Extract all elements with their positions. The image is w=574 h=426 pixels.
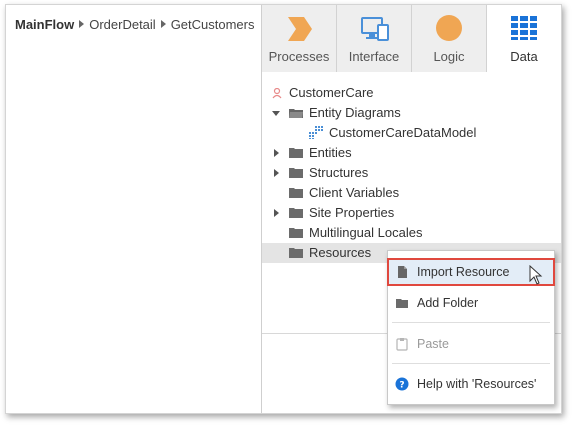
logic-icon	[436, 15, 462, 41]
folder-icon	[289, 188, 303, 198]
folder-icon	[289, 148, 303, 158]
tab-bar: Processes Interface Logic Data	[262, 5, 561, 72]
menu-item-label: Add Folder	[417, 296, 479, 310]
menu-separator	[392, 363, 550, 364]
data-icon	[511, 16, 537, 40]
breadcrumb-item-getcustomers[interactable]: GetCustomers	[171, 17, 255, 32]
tree-item-entities[interactable]: Entities	[262, 143, 561, 163]
folder-open-icon	[289, 109, 303, 118]
folder-icon	[289, 168, 303, 178]
tab-processes-label: Processes	[268, 49, 330, 64]
module-icon	[272, 88, 282, 99]
tree-item-label: Resources	[309, 245, 372, 260]
entity-diagram-icon	[309, 126, 323, 139]
menu-item-label: Import Resource	[417, 265, 510, 279]
breadcrumb-chevron-icon	[79, 20, 85, 28]
expand-arrow-icon[interactable]	[274, 209, 279, 217]
processes-icon	[288, 17, 312, 41]
mouse-cursor-icon	[529, 265, 543, 285]
menu-item-paste[interactable]: Paste	[388, 331, 554, 357]
folder-icon	[289, 248, 303, 258]
canvas-panel: MainFlow OrderDetail GetCustomers	[6, 5, 262, 413]
expand-arrow-icon[interactable]	[274, 149, 279, 157]
tree-item-label: Entities	[309, 145, 352, 160]
breadcrumb-item-mainflow[interactable]: MainFlow	[15, 17, 74, 32]
menu-separator	[392, 322, 550, 323]
breadcrumb: MainFlow OrderDetail GetCustomers	[15, 17, 255, 32]
folder-icon	[289, 228, 303, 238]
breadcrumb-item-orderdetail[interactable]: OrderDetail	[89, 17, 155, 32]
tree-item-multilingual-locales[interactable]: Multilingual Locales	[262, 223, 561, 243]
tab-logic-label: Logic	[433, 49, 465, 64]
breadcrumb-chevron-icon	[160, 20, 166, 28]
expand-arrow-icon[interactable]	[274, 169, 279, 177]
tree-item-label: Client Variables	[309, 185, 400, 200]
tab-processes[interactable]: Processes	[262, 5, 337, 72]
tree-item-site-properties[interactable]: Site Properties	[262, 203, 561, 223]
menu-item-label: Paste	[417, 337, 449, 351]
tab-data-label: Data	[510, 49, 538, 64]
tree-item-client-variables[interactable]: Client Variables	[262, 183, 561, 203]
tab-interface-label: Interface	[348, 49, 400, 64]
tree-item-label: Multilingual Locales	[309, 225, 423, 240]
tree-item-label: Entity Diagrams	[309, 105, 401, 120]
folder-icon	[289, 208, 303, 218]
tree-item-structures[interactable]: Structures	[262, 163, 561, 183]
tree-item-entity-diagrams[interactable]: Entity Diagrams	[262, 103, 561, 123]
tree-root-customercare[interactable]: CustomerCare	[262, 83, 561, 103]
tree-item-label: CustomerCareDataModel	[329, 125, 477, 140]
menu-item-help-resources[interactable]: ? Help with 'Resources'	[388, 371, 554, 397]
file-icon	[398, 266, 407, 278]
interface-icon	[361, 17, 389, 41]
tab-interface[interactable]: Interface	[337, 5, 412, 72]
folder-icon	[396, 299, 408, 308]
tab-logic[interactable]: Logic	[412, 5, 487, 72]
tree-item-label: Structures	[309, 165, 369, 180]
menu-item-add-folder[interactable]: Add Folder	[388, 290, 554, 316]
help-icon: ?	[395, 377, 409, 391]
menu-item-label: Help with 'Resources'	[417, 377, 537, 391]
clipboard-icon	[396, 338, 408, 351]
expand-arrow-icon[interactable]	[272, 111, 280, 116]
tree-item-label: Site Properties	[309, 205, 395, 220]
svg-text:?: ?	[399, 381, 404, 391]
tree-root-label: CustomerCare	[289, 85, 374, 100]
tree-item-customercaredatamodel[interactable]: CustomerCareDataModel	[262, 123, 561, 143]
tab-data[interactable]: Data	[487, 5, 561, 72]
context-menu: Import Resource Add Folder Paste ? Help …	[387, 250, 555, 405]
